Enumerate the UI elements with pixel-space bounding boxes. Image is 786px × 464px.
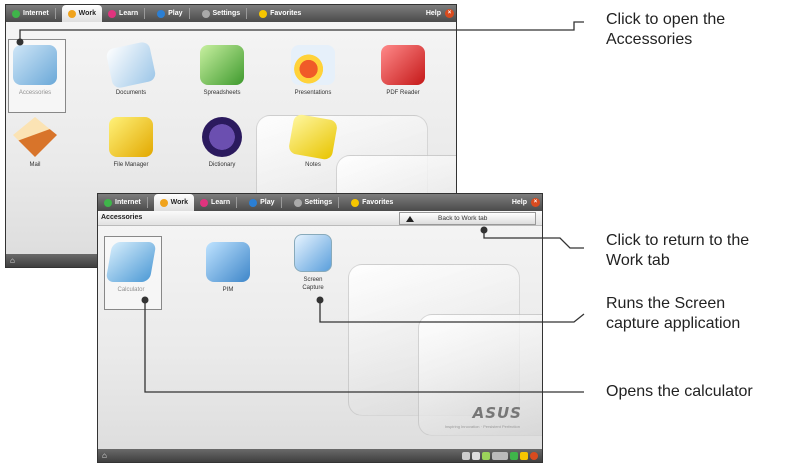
favorites-icon (351, 198, 360, 207)
tab-settings[interactable]: Settings (288, 194, 346, 211)
app-calculator[interactable]: Calculator (98, 236, 166, 310)
tab-favorites[interactable]: Favorites (253, 5, 307, 22)
tab-play[interactable]: Play (243, 194, 287, 211)
mail-icon (13, 117, 57, 157)
green-status-icon[interactable] (510, 452, 518, 460)
accessories-header: Accessories Back to Work tab (98, 211, 542, 226)
help-button[interactable]: Help × (512, 198, 542, 207)
home-icon[interactable]: ⌂ (102, 451, 111, 460)
tab-learn[interactable]: Learn (194, 194, 243, 211)
spreadsheets-icon (200, 45, 244, 85)
settings-icon (293, 198, 302, 207)
app-label: Presentations (294, 90, 332, 96)
app-label: Dictionary (208, 162, 236, 168)
asus-tagline: Inspiring Innovation · Persistent Perfec… (444, 424, 520, 429)
system-tray (462, 452, 538, 460)
work-icon (67, 9, 76, 18)
app-dictionary[interactable]: Dictionary (187, 117, 257, 169)
power-icon[interactable] (530, 452, 538, 460)
battery-icon[interactable] (482, 452, 490, 460)
app-label: Screen Capture (302, 277, 324, 291)
callout-calculator: Opens the calculator (606, 383, 753, 400)
volume-icon[interactable] (472, 452, 480, 460)
work-icon (159, 198, 168, 207)
help-button[interactable]: Help × (426, 9, 456, 18)
dictionary-icon (202, 117, 242, 157)
tab-internet[interactable]: Internet (6, 5, 62, 22)
home-icon[interactable]: ⌂ (10, 256, 19, 265)
tab-work[interactable]: Work (153, 194, 195, 211)
close-icon[interactable]: × (531, 198, 540, 207)
tab-internet[interactable]: Internet (98, 194, 154, 211)
favorites-icon (259, 9, 268, 18)
play-icon (249, 198, 258, 207)
documents-icon (105, 40, 157, 90)
callout-back: Click to return to the Work tab (606, 232, 750, 269)
yellow-status-icon[interactable] (520, 452, 528, 460)
tab-bar: Internet Work Learn Play Settings Favori… (6, 5, 456, 22)
app-label: Spreadsheets (203, 90, 241, 96)
calculator-icon (105, 242, 157, 282)
pim-icon (206, 242, 250, 282)
callout-screen-capture: Runs the Screen capture application (606, 295, 741, 332)
play-icon (157, 9, 166, 18)
app-notes[interactable]: Notes (278, 113, 348, 169)
app-label: Mail (29, 162, 41, 168)
tab-work[interactable]: Work (61, 5, 103, 22)
notes-icon (287, 113, 339, 161)
callout-accessories: Click to open the Accessories (606, 11, 726, 48)
app-pdf-reader[interactable]: PDF Reader (368, 45, 438, 97)
internet-icon (12, 9, 20, 18)
pdf-reader-icon (381, 45, 425, 85)
settings-icon (201, 9, 210, 18)
app-label: PDF Reader (386, 90, 420, 96)
app-spreadsheets[interactable]: Spreadsheets (187, 45, 257, 97)
app-mail[interactable]: Mail (6, 117, 70, 169)
back-to-work-tab-button[interactable]: Back to Work tab (399, 212, 536, 225)
app-screen-capture[interactable]: Screen Capture (278, 234, 348, 292)
learn-icon (108, 9, 117, 18)
screen-capture-icon (294, 234, 332, 272)
tab-settings[interactable]: Settings (196, 5, 254, 22)
taskbar: ⌂ (98, 449, 542, 462)
tab-play[interactable]: Play (151, 5, 195, 22)
learn-icon (200, 198, 209, 207)
app-label: Documents (115, 90, 147, 96)
network-icon[interactable] (462, 452, 470, 460)
app-file-manager[interactable]: File Manager (96, 117, 166, 169)
app-accessories[interactable]: Accessories (6, 39, 70, 113)
tab-favorites[interactable]: Favorites (345, 194, 399, 211)
up-arrow-icon (406, 215, 414, 222)
accessories-screen: Internet Work Learn Play Settings Favori… (97, 193, 543, 463)
close-icon[interactable]: × (445, 9, 454, 18)
presentations-icon (291, 45, 335, 85)
file-manager-icon (109, 117, 153, 157)
app-label: PIM (222, 287, 234, 293)
asus-logo: ASUS (472, 404, 522, 422)
tab-bar: Internet Work Learn Play Settings Favori… (98, 194, 542, 211)
tab-learn[interactable]: Learn (102, 5, 151, 22)
app-presentations[interactable]: Presentations (278, 45, 348, 97)
page-title: Accessories (101, 214, 143, 221)
app-label: Notes (305, 162, 321, 168)
internet-icon (104, 198, 112, 207)
app-documents[interactable]: Documents (96, 40, 166, 97)
clock-icon[interactable] (492, 452, 508, 460)
app-label: File Manager (113, 162, 149, 168)
app-pim[interactable]: PIM (193, 242, 263, 294)
accessories-icon (13, 45, 57, 85)
